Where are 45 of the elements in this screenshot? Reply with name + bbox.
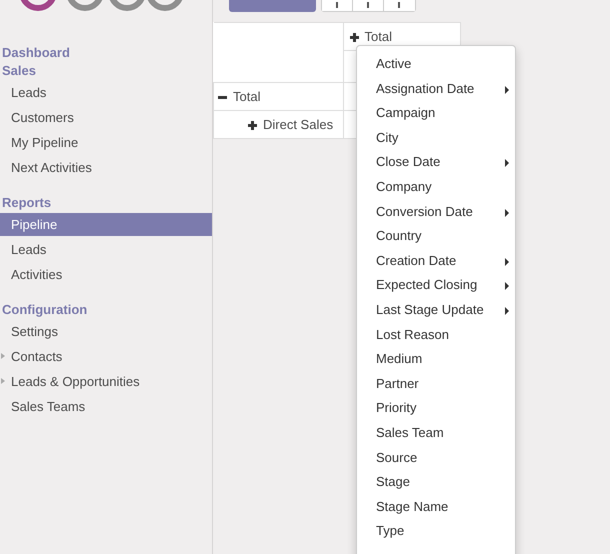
menu-item[interactable]: Sales Teams [0, 395, 212, 418]
menu-option[interactable]: Expected Closing [357, 273, 515, 298]
menu-option[interactable]: Conversion Date [357, 200, 515, 224]
menu-item[interactable]: Activities [0, 263, 212, 286]
menu-option[interactable]: Company [357, 174, 515, 200]
menu-item[interactable]: Leads [0, 81, 212, 104]
menu-option[interactable]: Last Stage Update [357, 298, 515, 323]
menu-option[interactable]: Source [357, 446, 515, 470]
menu-option[interactable]: City [357, 126, 515, 150]
menu-option[interactable]: Close Date [357, 150, 515, 175]
menu-item[interactable]: Customers [0, 106, 212, 129]
menu-option[interactable]: Country [357, 224, 515, 249]
menu-option[interactable]: Lost Reason [357, 322, 515, 348]
menu-option[interactable]: Type [357, 519, 515, 544]
menu-item[interactable]: Leads & Opportunities [0, 370, 212, 393]
menu-option[interactable]: Partner [357, 372, 515, 396]
menu-item[interactable]: Leads [0, 238, 212, 261]
expand-icon[interactable] [248, 120, 257, 130]
caret-icon [505, 258, 509, 266]
menu-item[interactable]: My Pipeline [0, 131, 212, 154]
menu-option[interactable]: Priority [357, 396, 515, 421]
menu-item[interactable]: Pipeline [0, 213, 212, 236]
caret-icon [505, 282, 509, 290]
menu-option[interactable]: Medium [357, 347, 515, 372]
section-header: Sales [1, 62, 37, 80]
section-header: Dashboard [1, 44, 71, 62]
menu-item[interactable]: Contacts [0, 345, 212, 368]
row-header[interactable]: Direct Sales [214, 110, 343, 138]
menu-option[interactable]: Assignation Date [357, 76, 515, 102]
section-header: Reports [1, 194, 52, 212]
row-header[interactable]: Total [214, 82, 343, 110]
menu-item[interactable]: Next Activities [0, 156, 212, 179]
caret-icon [505, 306, 509, 315]
menu-option[interactable]: Stage [357, 470, 515, 495]
caret-icon [505, 86, 509, 94]
caret-icon [505, 208, 509, 217]
menu-option[interactable]: Campaign [357, 101, 515, 126]
section-header: Configuration [1, 301, 88, 319]
menu-option[interactable]: Active [357, 52, 515, 77]
caret-icon [505, 159, 509, 168]
menu-option[interactable]: Sales Team [357, 420, 515, 446]
menu-item[interactable]: Settings [0, 320, 212, 343]
expand-icon[interactable] [350, 32, 358, 42]
menu-option[interactable]: Creation Date [357, 248, 515, 274]
menu-option[interactable]: Stage Name [357, 494, 515, 520]
